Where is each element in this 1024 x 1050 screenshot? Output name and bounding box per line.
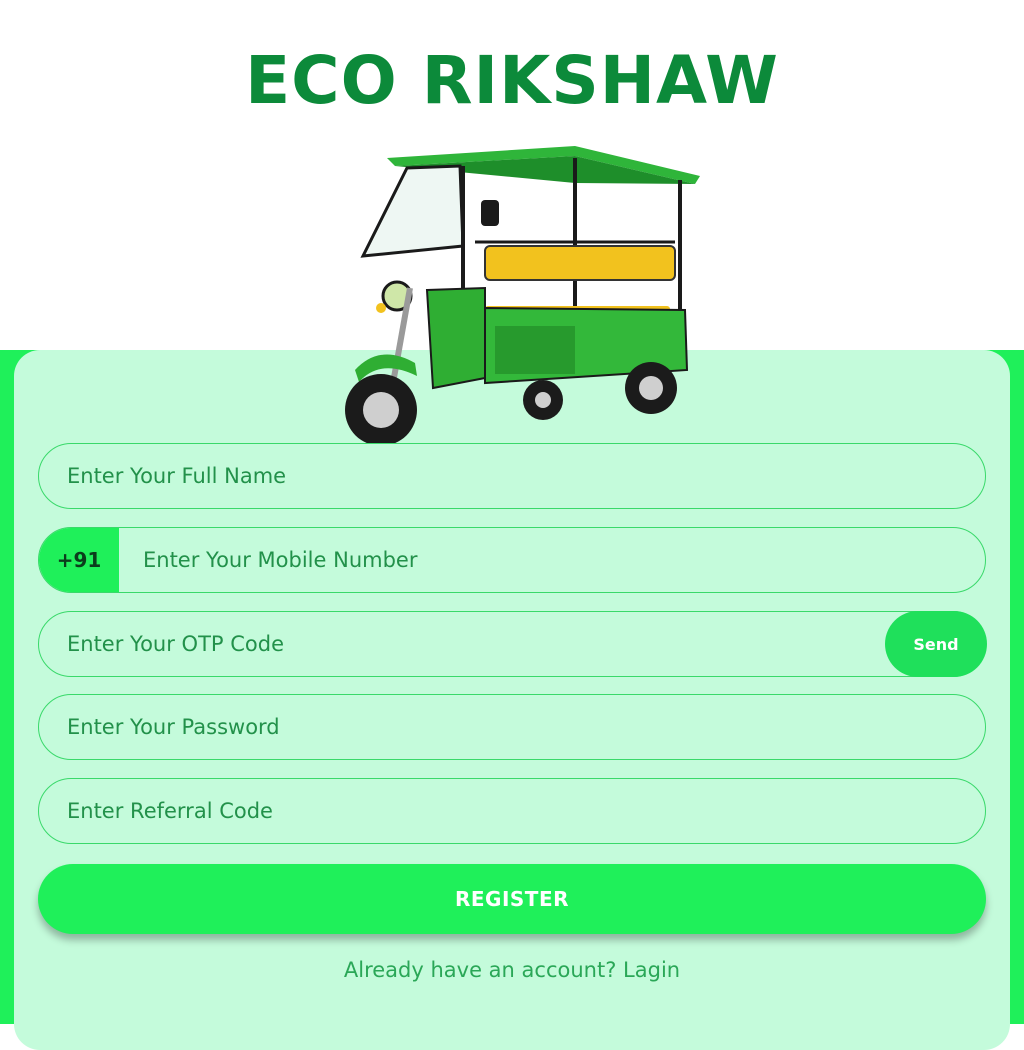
login-prompt: Already have an account? Lagin — [0, 958, 1024, 982]
referral-code-field[interactable] — [38, 778, 986, 844]
full-name-field[interactable] — [38, 443, 986, 509]
app-title: ECO RIKSHAW — [245, 42, 779, 119]
login-prompt-text: Already have an account? — [343, 958, 617, 982]
e-rickshaw-illustration — [345, 146, 700, 446]
otp-input[interactable] — [39, 612, 985, 676]
referral-code-input[interactable] — [39, 779, 985, 843]
register-button[interactable]: REGISTER — [38, 864, 986, 934]
mobile-number-input[interactable] — [119, 528, 985, 592]
login-link[interactable]: Lagin — [623, 958, 680, 982]
mobile-number-field[interactable]: +91 — [38, 527, 986, 593]
country-code-label: +91 — [39, 528, 119, 592]
otp-field[interactable] — [38, 611, 986, 677]
password-input[interactable] — [39, 695, 985, 759]
full-name-input[interactable] — [39, 444, 985, 508]
send-otp-button[interactable]: Send — [885, 611, 987, 677]
password-field[interactable] — [38, 694, 986, 760]
